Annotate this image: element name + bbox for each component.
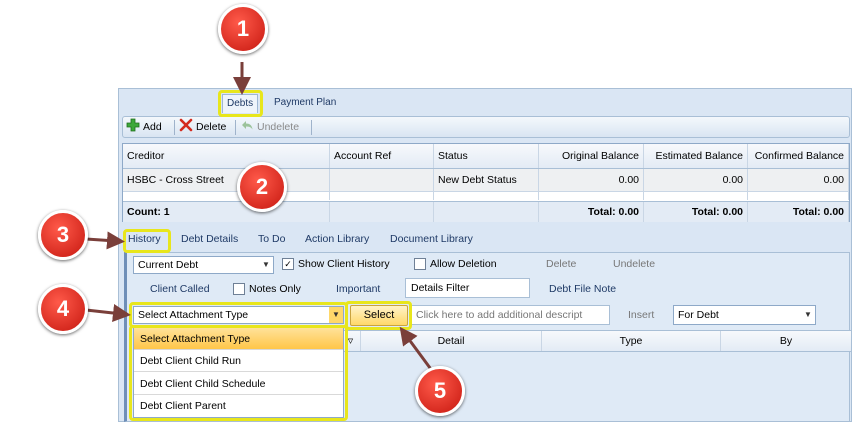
arrow-icon <box>85 304 131 322</box>
arrow-icon <box>399 326 435 373</box>
step-marker-4: 4 <box>38 284 88 334</box>
step-marker-3: 3 <box>38 210 88 260</box>
step-marker-1: 1 <box>218 4 268 54</box>
arrow-icon <box>85 231 125 250</box>
step-marker-5: 5 <box>415 366 465 416</box>
step-marker-2: 2 <box>237 162 287 212</box>
